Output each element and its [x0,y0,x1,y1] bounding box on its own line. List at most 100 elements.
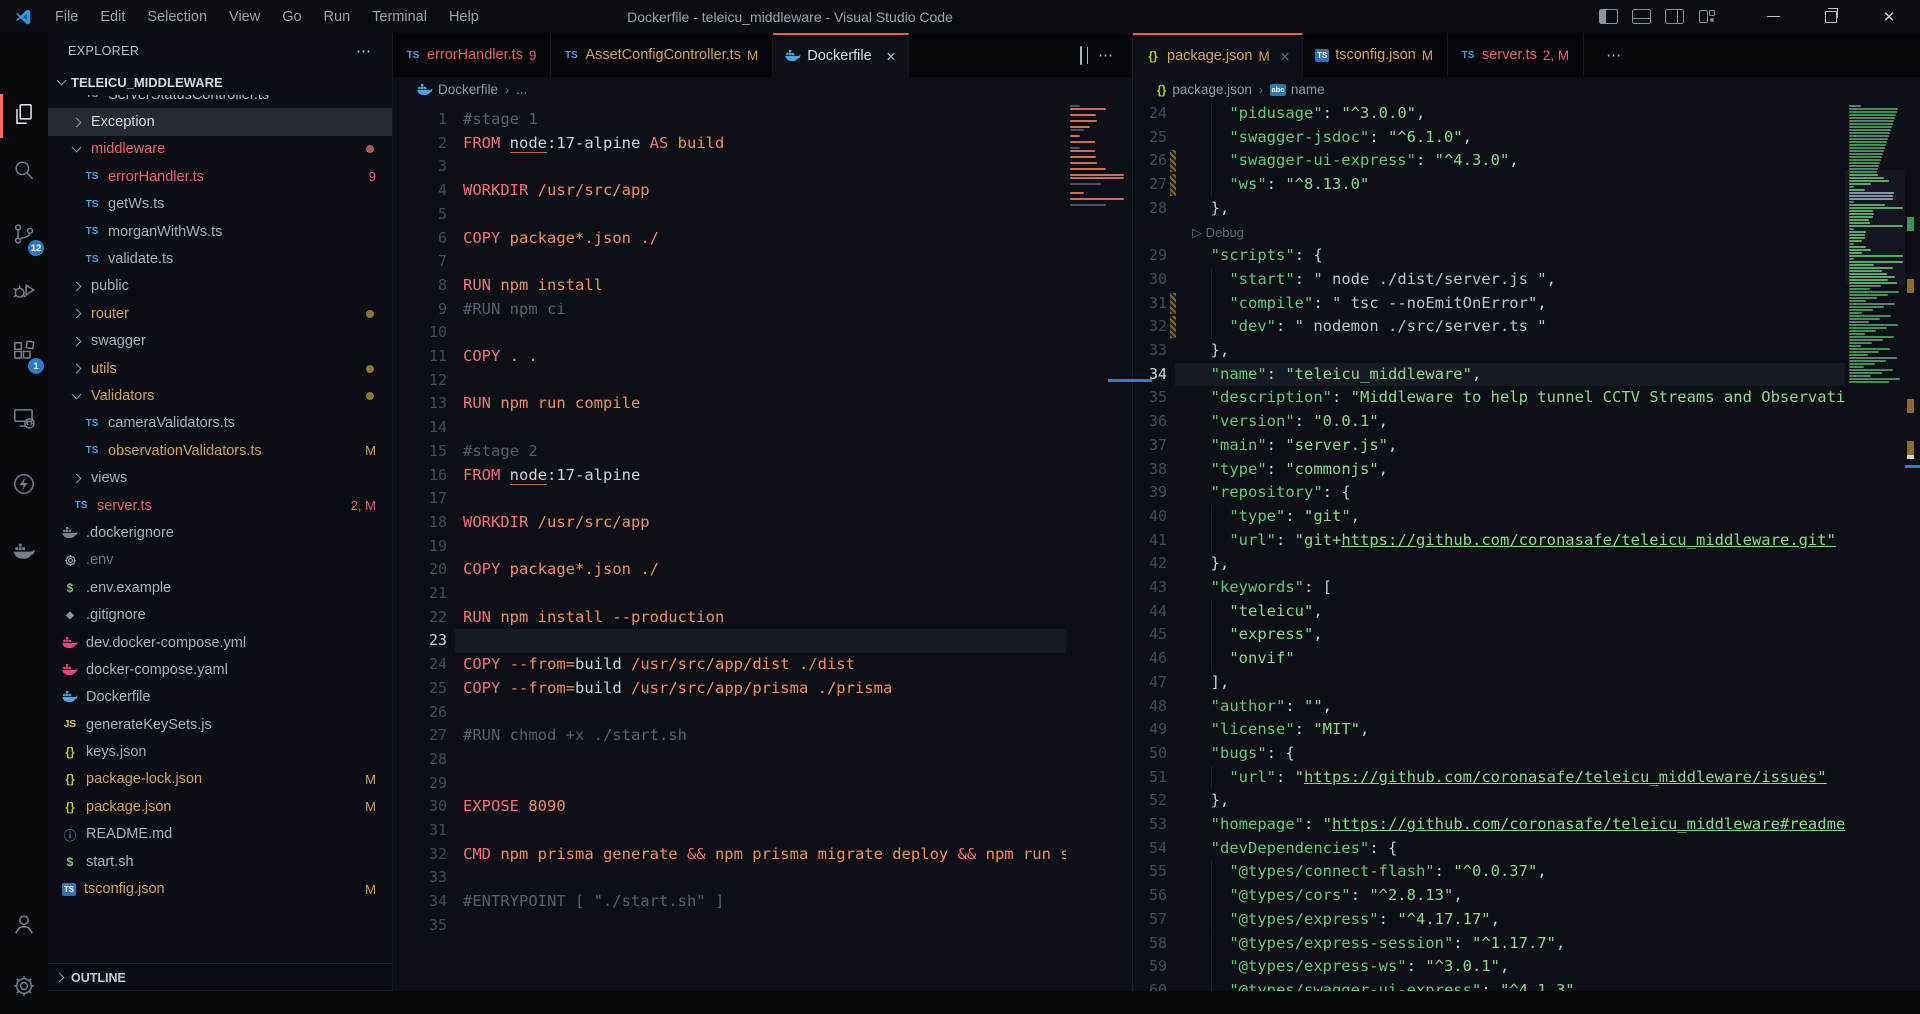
code-line-36[interactable]: 36 "version": "0.0.1", [1133,410,1845,434]
code-line-25[interactable]: 25COPY --from=build /usr/src/app/prisma … [393,677,1066,701]
code-line-35[interactable]: 35 "description": "Middleware to help tu… [1133,386,1845,410]
code-line-8[interactable]: 8RUN npm install [393,274,1066,298]
code-line-58[interactable]: 58 "@types/express-session": "^1.17.7", [1133,932,1845,956]
code-line-31[interactable]: 31 "compile": " tsc --noEmitOnError", [1133,292,1845,316]
code-line-37[interactable]: 37 "main": "server.js", [1133,434,1845,458]
code-line-48[interactable]: 48 "author": "", [1133,695,1845,719]
code-line-25[interactable]: 25 "swagger-jsdoc": "^6.1.0", [1133,126,1845,150]
activitybar-settings[interactable] [0,962,48,1014]
tree-item-tsconfig-json[interactable]: TStsconfig.jsonM [48,875,392,902]
code-line-35[interactable]: 35 [393,914,1066,938]
tree-item--dockerignore[interactable]: .dockerignore [48,519,392,546]
code-line-33[interactable]: 33 }, [1133,339,1845,363]
tree-item-middleware[interactable]: middleware [48,136,392,163]
tree-item-swagger[interactable]: swagger [48,328,392,355]
code-line-38[interactable]: 38 "type": "commonjs", [1133,458,1845,482]
tab-dockerfile[interactable]: Dockerfile✕ [773,33,909,77]
code-line-55[interactable]: 55 "@types/connect-flash": "^0.0.37", [1133,860,1845,884]
code-line-22[interactable]: 22RUN npm install --production [393,606,1066,630]
activitybar-docker[interactable] [0,526,48,578]
code-line-4[interactable]: 4WORKDIR /usr/src/app [393,179,1066,203]
code-line-59[interactable]: 59 "@types/express-ws": "^3.0.1", [1133,955,1845,979]
code-line-13[interactable]: 13RUN npm run compile [393,392,1066,416]
tree-item-validators[interactable]: Validators [48,382,392,409]
more-icon[interactable]: ⋯ [1098,46,1114,64]
tree-item-docker-compose-yaml[interactable]: docker-compose.yaml [48,656,392,683]
code-line-29[interactable]: 29 [393,772,1066,796]
tree-item-dockerfile[interactable]: Dockerfile [48,684,392,711]
code-line-27[interactable]: 27 "ws": "^8.13.0" [1133,173,1845,197]
tree-item-generatekeysets-js[interactable]: JSgenerateKeySets.js [48,711,392,738]
outline-section[interactable]: OUTLINE [48,963,392,991]
code-line-32[interactable]: 32 "dev": " nodemon ./src/server.ts " [1133,315,1845,339]
code-line-3[interactable]: 3 [393,155,1066,179]
workspace-root-row[interactable]: TELEICU_MIDDLEWARE [48,69,392,95]
activitybar-remote-explorer[interactable] [0,394,48,446]
tree-item-package-json[interactable]: {}package.jsonM [48,793,392,820]
tree-item-errorhandler-ts[interactable]: TSerrorHandler.ts9 [48,163,392,190]
explorer-more-actions-icon[interactable]: ⋯ [356,42,372,60]
code-line-26[interactable]: 26 "swagger-ui-express": "^4.3.0", [1133,149,1845,173]
tree-item-utils[interactable]: utils [48,355,392,382]
code-line-51[interactable]: 51 "url": "https://github.com/coronasafe… [1133,766,1845,790]
code-line-46[interactable]: 46 "onvif" [1133,647,1845,671]
code-line-6[interactable]: 6COPY package*.json ./ [393,227,1066,251]
code-line-17[interactable]: 17 [393,487,1066,511]
code-line-2[interactable]: 2FROM node:17-alpine AS build [393,132,1066,156]
activitybar-explorer[interactable] [0,90,48,142]
tree-item-views[interactable]: views [48,464,392,491]
menu-edit[interactable]: Edit [89,0,136,33]
menu-run[interactable]: Run [313,0,362,33]
tree-item-readme-md[interactable]: ⓘREADME.md [48,821,392,848]
code-line-30[interactable]: 30EXPOSE 8090 [393,795,1066,819]
tree-item-serverstatuscontroller-ts[interactable]: TSServerStatusController.ts [48,95,392,108]
code-line-47[interactable]: 47 ], [1133,671,1845,695]
code-line-10[interactable]: 10 [393,321,1066,345]
code-line-56[interactable]: 56 "@types/cors": "^2.8.13", [1133,884,1845,908]
code-line-42[interactable]: 42 }, [1133,552,1845,576]
menu-go[interactable]: Go [271,0,312,33]
code-line-20[interactable]: 20COPY package*.json ./ [393,558,1066,582]
code-line-12[interactable]: 12 [393,369,1066,393]
code-line-14[interactable]: 14 [393,416,1066,440]
tab-server-ts[interactable]: TSserver.ts2, M [1448,33,1584,77]
code-line-19[interactable]: 19 [393,535,1066,559]
code-line-23[interactable]: 23 [393,629,1066,653]
minimize-button[interactable] [1750,0,1796,33]
code-line-28[interactable]: 28 [393,748,1066,772]
code-line-49[interactable]: 49 "license": "MIT", [1133,718,1845,742]
menu-file[interactable]: File [44,0,89,33]
toggle-secondary-sidebar-icon[interactable] [1665,9,1684,24]
code-line-39[interactable]: 39 "repository": { [1133,481,1845,505]
restore-button[interactable] [1808,0,1854,33]
close-icon[interactable]: ✕ [1280,49,1290,64]
code-line-29[interactable]: 29 "scripts": { [1133,244,1845,268]
tab-errorhandler-ts[interactable]: TSerrorHandler.ts9 [393,33,551,77]
menu-selection[interactable]: Selection [136,0,218,33]
code-line-15[interactable]: 15#stage 2 [393,440,1066,464]
activitybar-source-control[interactable]: 12 [0,210,48,262]
breadcrumb[interactable]: {}package.json›abcname [1133,77,1920,102]
code-line-45[interactable]: 45 "express", [1133,623,1845,647]
code-line-24[interactable]: 24 "pidusage": "^3.0.0", [1133,102,1845,126]
tree-item-keys-json[interactable]: {}keys.json [48,738,392,765]
code-line-16[interactable]: 16FROM node:17-alpine [393,464,1066,488]
code-line-18[interactable]: 18WORKDIR /usr/src/app [393,511,1066,535]
code-line-30[interactable]: 30 "start": " node ./dist/server.js ", [1133,268,1845,292]
tree-item-validate-ts[interactable]: TSvalidate.ts [48,245,392,272]
code-line-11[interactable]: 11COPY . . [393,345,1066,369]
tree-item-server-ts[interactable]: TSserver.ts2, M [48,492,392,519]
code-line-27[interactable]: 27#RUN chmod +x ./start.sh [393,724,1066,748]
activitybar-search[interactable] [0,146,48,198]
activitybar-run-and-debug[interactable] [0,266,48,318]
code-line-32[interactable]: 32CMD npm prisma generate && npm prisma … [393,843,1066,867]
code-line-41[interactable]: 41 "url": "git+https://github.com/corona… [1133,529,1845,553]
menu-help[interactable]: Help [438,0,490,33]
code-line-26[interactable]: 26 [393,701,1066,725]
activitybar-accounts[interactable] [0,900,48,952]
code-line-43[interactable]: 43 "keywords": [ [1133,576,1845,600]
code-line-44[interactable]: 44 "teleicu", [1133,600,1845,624]
code-line-40[interactable]: 40 "type": "git", [1133,505,1845,529]
tree-item-router[interactable]: router [48,300,392,327]
code-line-57[interactable]: 57 "@types/express": "^4.17.17", [1133,908,1845,932]
